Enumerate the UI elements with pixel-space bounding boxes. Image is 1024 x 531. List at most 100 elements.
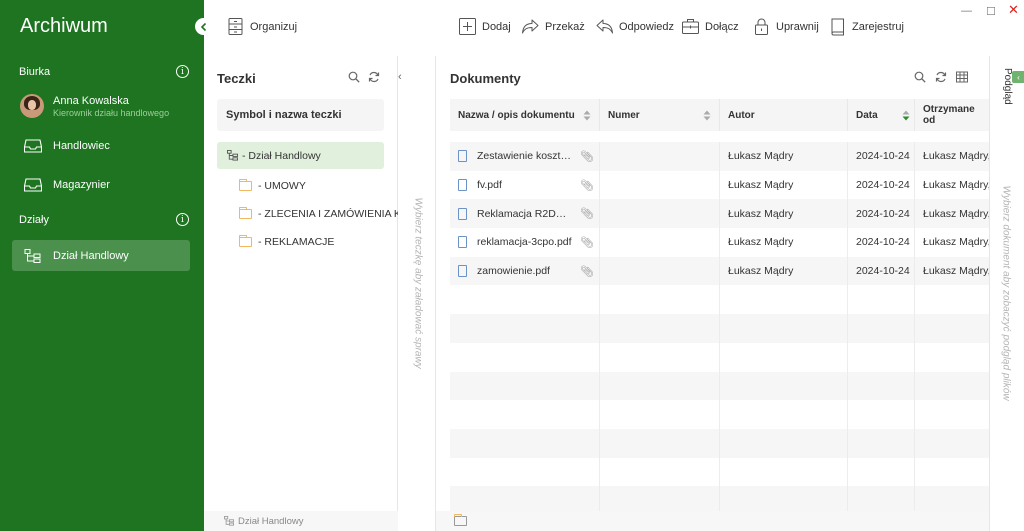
- app-title: Archiwum: [20, 15, 108, 37]
- cell-number: [600, 256, 720, 286]
- folders-refresh-button[interactable]: [368, 71, 380, 86]
- table-row[interactable]: Reklamacja R2D2.pdf 📎︎ Łukasz Mądry 2024…: [450, 199, 989, 229]
- sidebar-item-handlowiec[interactable]: Handlowiec: [12, 130, 190, 161]
- sidebar-item-dzial-handlowy[interactable]: Dział Handlowy: [12, 240, 190, 271]
- desks-section-label: Biurka: [19, 66, 51, 78]
- paperclip-icon[interactable]: 📎︎: [580, 150, 594, 163]
- table-row[interactable]: fv.pdf 📎︎ Łukasz Mądry 2024-10-24 Łukasz…: [450, 170, 989, 200]
- table-row[interactable]: zamowienie.pdf 📎︎ Łukasz Mądry 2024-10-2…: [450, 256, 989, 286]
- maximize-button[interactable]: ☐: [986, 5, 996, 18]
- document-icon: [458, 265, 467, 278]
- search-icon: [914, 71, 926, 83]
- tree-item-label: - Dział Handlowy: [242, 149, 321, 162]
- empty-row: [450, 428, 989, 458]
- column-label: Numer: [608, 109, 640, 121]
- preview-hint: Wybierz dokument aby zobaczyć podgląd pl…: [1000, 185, 1012, 401]
- tree-item-umowy[interactable]: - UMOWY: [239, 177, 398, 195]
- add-button[interactable]: Dodaj: [458, 17, 511, 36]
- column-label: Nazwa / opis dokumentu: [458, 109, 575, 121]
- avatar: [20, 94, 44, 118]
- cell-date: 2024-10-24: [848, 256, 915, 286]
- forward-button[interactable]: Przekaż: [521, 17, 585, 36]
- columns-button[interactable]: [956, 71, 968, 86]
- folders-column-header[interactable]: Symbol i nazwa teczki: [217, 99, 384, 131]
- departments-info-icon[interactable]: i: [176, 213, 189, 226]
- folders-footer: Dział Handlowy: [204, 511, 398, 531]
- search-icon: [348, 71, 360, 83]
- paperclip-icon[interactable]: 📎︎: [580, 236, 594, 249]
- column-header-author[interactable]: Autor: [720, 99, 848, 131]
- tree-item-root[interactable]: - Dział Handlowy: [217, 142, 384, 169]
- attach-label: Dołącz: [705, 20, 739, 33]
- column-header-date[interactable]: Data: [848, 99, 915, 131]
- tree-item-zlecenia[interactable]: - ZLECENIA I ZAMÓWIENIA KLIENTÓW: [239, 205, 398, 223]
- cell-author: Łukasz Mądry: [720, 142, 848, 171]
- document-name: Zestawienie kosztów: [477, 150, 572, 163]
- documents-refresh-button[interactable]: [935, 71, 947, 86]
- documents-search-button[interactable]: [914, 71, 926, 86]
- sidebar-item-magazynier[interactable]: Magazynier: [12, 169, 190, 200]
- preview-strip[interactable]: Podgląd ‹ Wybierz dokument aby zobaczyć …: [989, 56, 1024, 531]
- cell-author: Łukasz Mądry: [720, 199, 848, 229]
- table-row[interactable]: reklamacja-3cpo.pdf 📎︎ Łukasz Mądry 2024…: [450, 228, 989, 257]
- column-header-name[interactable]: Nazwa / opis dokumentu: [450, 99, 600, 131]
- table-row[interactable]: Zestawienie kosztów 📎︎ Łukasz Mądry 2024…: [450, 142, 989, 171]
- document-name: reklamacja-3cpo.pdf: [477, 236, 572, 249]
- column-label: Data: [856, 109, 878, 121]
- cell-name: Zestawienie kosztów 📎︎: [450, 142, 600, 171]
- user-profile[interactable]: Anna Kowalska Kierownik działu handloweg…: [20, 94, 169, 118]
- cell-number: [600, 142, 720, 171]
- register-button[interactable]: Zarejestruj: [828, 17, 904, 36]
- share-icon: [522, 19, 539, 34]
- empty-row: [450, 371, 989, 401]
- column-header-received[interactable]: Otrzymane od: [915, 99, 989, 131]
- collapse-arrow-icon[interactable]: ‹: [398, 71, 404, 83]
- folder-icon: [239, 235, 252, 247]
- tree-item-label: - REKLAMACJE: [258, 236, 335, 248]
- book-icon: [831, 18, 844, 36]
- document-name: Reklamacja R2D2.pdf: [477, 207, 572, 220]
- briefcase-icon: [682, 19, 699, 34]
- paperclip-icon[interactable]: 📎︎: [580, 265, 594, 278]
- grid-body: Zestawienie kosztów 📎︎ Łukasz Mądry 2024…: [450, 142, 989, 515]
- reply-icon: [596, 19, 613, 34]
- minimize-button[interactable]: —: [961, 5, 972, 17]
- tree-icon: [224, 516, 234, 526]
- cabinet-icon: [228, 18, 243, 35]
- expand-preview-icon[interactable]: ‹: [1012, 71, 1024, 83]
- organize-label: Organizuj: [250, 20, 298, 33]
- tree-item-label: - ZLECENIA I ZAMÓWIENIA KLIENTÓW: [258, 208, 398, 220]
- cases-strip[interactable]: ‹ Wybierz teczkę aby załadować sprawy: [398, 56, 436, 531]
- column-label: Autor: [728, 109, 755, 121]
- empty-row: [450, 400, 989, 429]
- paperclip-icon[interactable]: 📎︎: [580, 179, 594, 192]
- reply-button[interactable]: Odpowiedz: [595, 17, 674, 36]
- column-header-number[interactable]: Numer: [600, 99, 720, 131]
- tree-item-reklamacje[interactable]: - REKLAMACJE: [239, 233, 398, 251]
- sidebar-item-label: Magazynier: [53, 178, 110, 191]
- chevron-left-icon: [200, 22, 206, 31]
- folders-search-button[interactable]: [348, 71, 360, 86]
- cell-author: Łukasz Mądry: [720, 256, 848, 286]
- attach-button[interactable]: Dołącz: [681, 17, 739, 36]
- cell-received: Łukasz Mądry,: [923, 207, 989, 220]
- tree-item-label: - UMOWY: [258, 180, 306, 192]
- refresh-icon: [368, 71, 380, 83]
- paperclip-icon[interactable]: 📎︎: [580, 207, 594, 220]
- organize-button[interactable]: Organizuj: [226, 17, 297, 36]
- sidebar: Archiwum Biurka i Anna Kowalska Kierowni…: [0, 0, 204, 531]
- cell-name: zamowienie.pdf 📎︎: [450, 256, 600, 286]
- cell-name: fv.pdf 📎︎: [450, 170, 600, 200]
- sidebar-collapse-button[interactable]: [195, 18, 212, 35]
- cell-received: Łukasz Mądry,: [923, 236, 989, 249]
- desks-info-icon[interactable]: i: [176, 65, 189, 78]
- permissions-button[interactable]: Uprawnij: [752, 17, 819, 36]
- documents-footer: [436, 511, 989, 531]
- column-label: Otrzymane od: [923, 104, 975, 126]
- plus-box-icon: [459, 18, 476, 35]
- cell-date: 2024-10-24: [848, 170, 915, 200]
- permissions-label: Uprawnij: [776, 20, 819, 33]
- close-button[interactable]: ✕: [1008, 2, 1019, 18]
- inbox-icon: [24, 138, 42, 153]
- inbox-icon: [24, 177, 42, 192]
